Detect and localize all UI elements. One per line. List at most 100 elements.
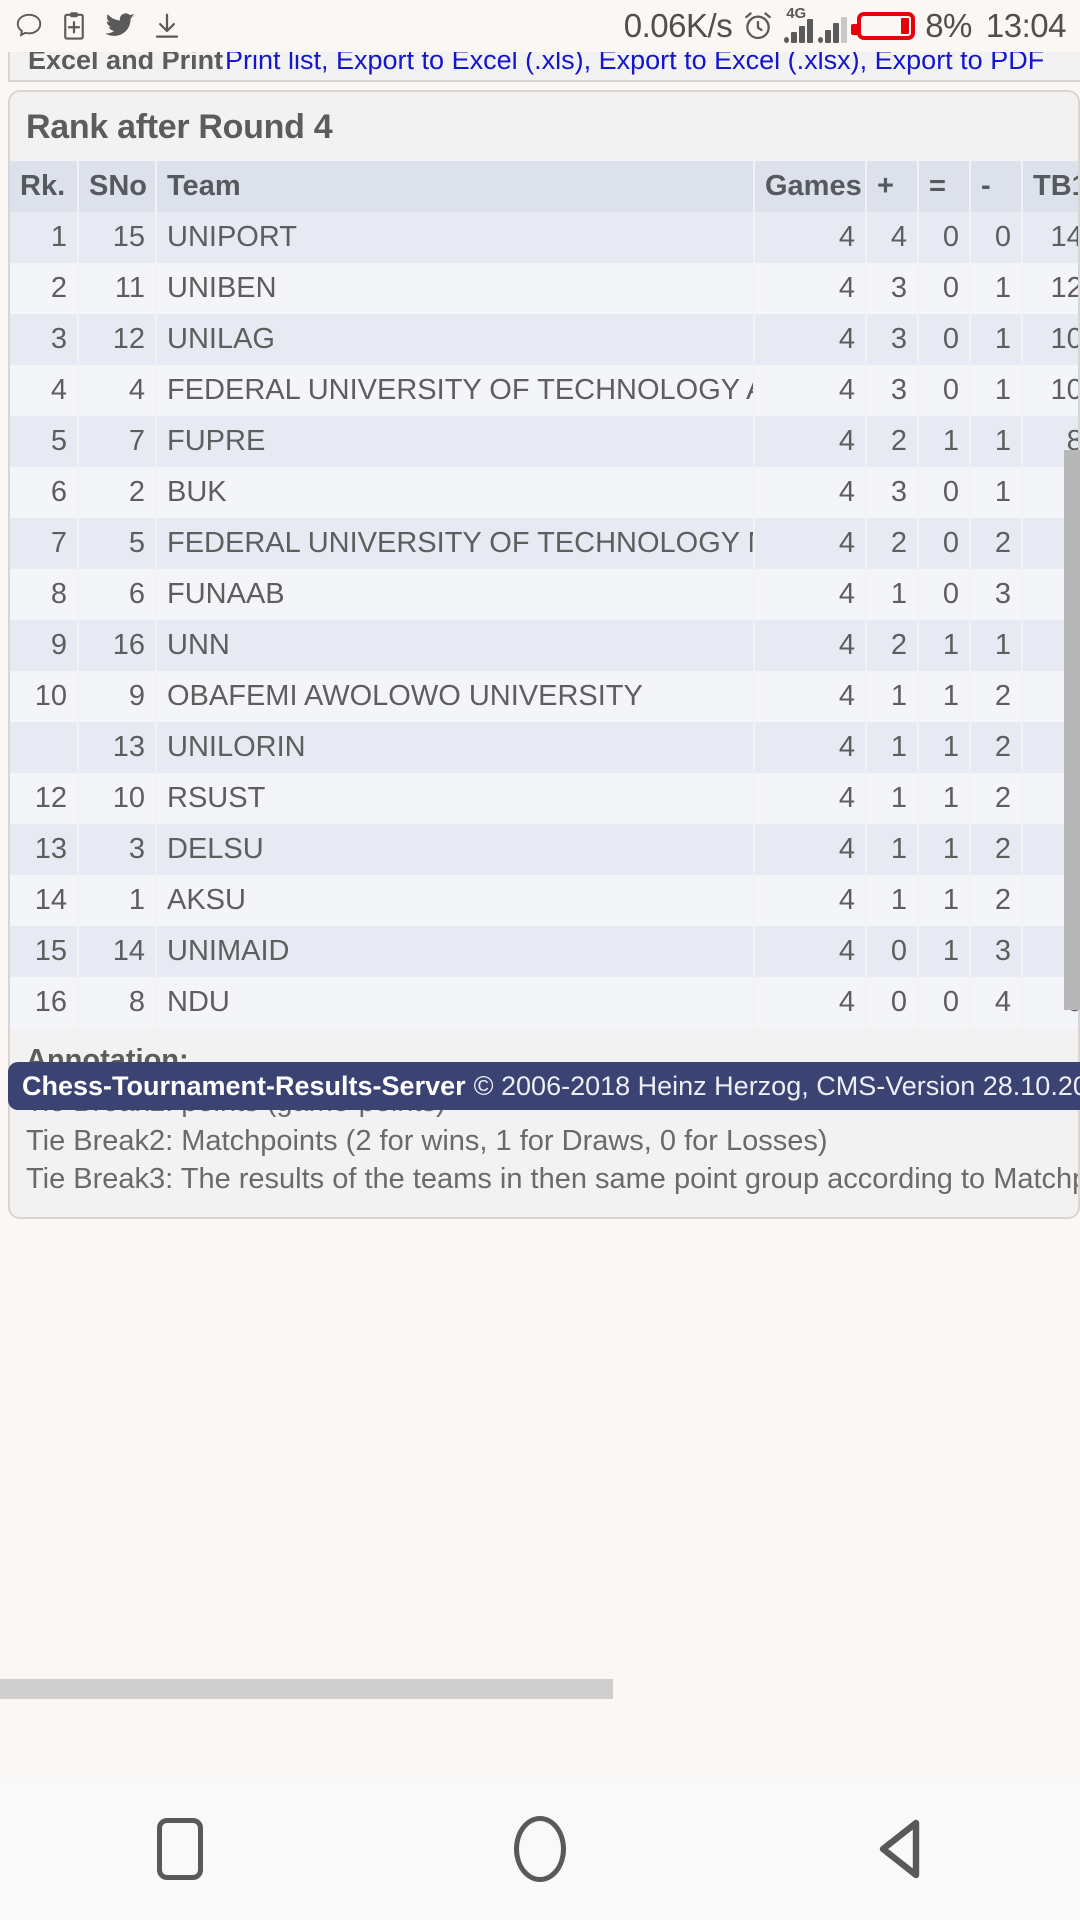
cell-wins: 1 [866,773,918,824]
android-navigation-bar [0,1777,1080,1920]
cell-wins: 2 [866,518,918,569]
cell-rank: 5 [10,416,78,467]
home-button[interactable] [470,1777,610,1920]
export-links[interactable]: Print list, Export to Excel (.xls), Expo… [225,52,1044,76]
horizontal-scroll-thumb[interactable] [0,1679,613,1699]
cell-draws: 1 [918,875,970,926]
cell-wins: 0 [866,926,918,977]
cell-losses: 4 [970,977,1022,1028]
back-triangle-icon [879,1819,920,1878]
table-row[interactable]: 168NDU40040,0 [10,977,1078,1028]
column-header-sno[interactable]: SNo [78,161,157,212]
cell-team[interactable]: BUK [156,467,754,518]
cell-team[interactable]: UNIPORT [156,212,754,263]
cell-games: 4 [754,773,866,824]
cell-team[interactable]: OBAFEMI AWOLOWO UNIVERSITY [156,671,754,722]
column-header-team[interactable]: Team [156,161,755,212]
cell-games: 4 [754,824,866,875]
status-notification-icons [14,11,182,41]
cell-sno: 2 [78,467,156,518]
cell-team[interactable]: RSUST [156,773,754,824]
table-row[interactable]: 115UNIPORT440014,0 [10,212,1078,263]
cell-team[interactable]: UNIBEN [156,263,754,314]
column-header-losses[interactable]: - [970,161,1023,212]
cell-sno: 13 [78,722,156,773]
column-header-games[interactable]: Games [754,161,867,212]
cell-team[interactable]: DELSU [156,824,754,875]
cell-wins: 2 [866,416,918,467]
recents-button[interactable] [110,1777,250,1920]
cell-tb1: 10,5 [1022,314,1078,365]
cell-team[interactable]: FUPRE [156,416,754,467]
cell-games: 4 [754,875,866,926]
table-row[interactable]: 133DELSU41124,0 [10,824,1078,875]
column-header-draws[interactable]: = [918,161,971,212]
cell-games: 4 [754,467,866,518]
cell-draws: 1 [918,722,970,773]
table-row[interactable]: 57FUPRE42118,5 [10,416,1078,467]
table-row[interactable]: 141AKSU41124,0 [10,875,1078,926]
cell-wins: 3 [866,365,918,416]
table-row[interactable]: 1210RSUST41125,0 [10,773,1078,824]
table-row[interactable]: 75FEDERAL UNIVERSITY OF TECHNOLOGY MINNA… [10,518,1078,569]
cell-games: 4 [754,620,866,671]
table-row[interactable]: 109OBAFEMI AWOLOWO UNIVERSITY41126,5 [10,671,1078,722]
table-row[interactable]: 44FEDERAL UNIVERSITY OF TECHNOLOGY AKURE… [10,365,1078,416]
cell-wins: 2 [866,620,918,671]
back-button[interactable] [830,1777,970,1920]
cell-team[interactable]: FEDERAL UNIVERSITY OF TECHNOLOGY MINNA [156,518,754,569]
cell-wins: 3 [866,467,918,518]
cell-sno: 1 [78,875,156,926]
cell-losses: 2 [970,773,1022,824]
cell-wins: 3 [866,263,918,314]
table-row[interactable]: 312UNILAG430110,5 [10,314,1078,365]
table-row[interactable]: 86FUNAAB41037,5 [10,569,1078,620]
cell-draws: 1 [918,620,970,671]
table-row[interactable]: 211UNIBEN430112,5 [10,263,1078,314]
table-row[interactable]: 1514UNIMAID40133,0 [10,926,1078,977]
cell-team[interactable]: AKSU [156,875,754,926]
cell-team[interactable]: UNN [156,620,754,671]
cell-tb1: 12,5 [1022,263,1078,314]
cell-rank: 3 [10,314,78,365]
table-row[interactable]: 13UNILORIN41126,5 [10,722,1078,773]
webview-content: Excel and Print Print list, Export to Ex… [0,52,1080,1777]
cell-losses: 1 [970,620,1022,671]
cell-losses: 1 [970,314,1022,365]
cell-wins: 1 [866,875,918,926]
table-vertical-scrollbar[interactable] [1064,450,1080,1010]
cell-team[interactable]: UNILAG [156,314,754,365]
cell-losses: 2 [970,824,1022,875]
cell-rank: 12 [10,773,78,824]
cell-team[interactable]: UNIMAID [156,926,754,977]
table-row[interactable]: 916UNN42117,0 [10,620,1078,671]
page-horizontal-scrollbar[interactable] [0,1679,1080,1699]
cell-losses: 3 [970,926,1022,977]
cell-team[interactable]: FEDERAL UNIVERSITY OF TECHNOLOGY AKURE [156,365,754,416]
cell-losses: 2 [970,875,1022,926]
table-row[interactable]: 62BUK43018,0 [10,467,1078,518]
cell-draws: 0 [918,314,970,365]
cell-team[interactable]: NDU [156,977,754,1028]
cell-sno: 8 [78,977,156,1028]
column-header-rank[interactable]: Rk. [10,161,79,212]
cell-tb1: 10,0 [1022,365,1078,416]
cell-rank: 14 [10,875,78,926]
cell-sno: 5 [78,518,156,569]
cell-losses: 2 [970,671,1022,722]
column-header-tb1[interactable]: TB1 [1022,161,1078,212]
column-header-wins[interactable]: + [866,161,919,212]
cell-draws: 0 [918,365,970,416]
excel-and-print-bar: Excel and Print Print list, Export to Ex… [8,52,1080,82]
rank-table-body: 115UNIPORT440014,0211UNIBEN430112,5312UN… [10,212,1078,1028]
cell-games: 4 [754,977,866,1028]
cell-wins: 1 [866,722,918,773]
cell-team[interactable]: FUNAAB [156,569,754,620]
cell-team[interactable]: UNILORIN [156,722,754,773]
cell-wins: 3 [866,314,918,365]
cell-games: 4 [754,212,866,263]
cell-rank: 1 [10,212,78,263]
cell-tb1: 14,0 [1022,212,1078,263]
cell-sno: 16 [78,620,156,671]
footer-site-name[interactable]: Chess-Tournament-Results-Server [22,1071,466,1102]
